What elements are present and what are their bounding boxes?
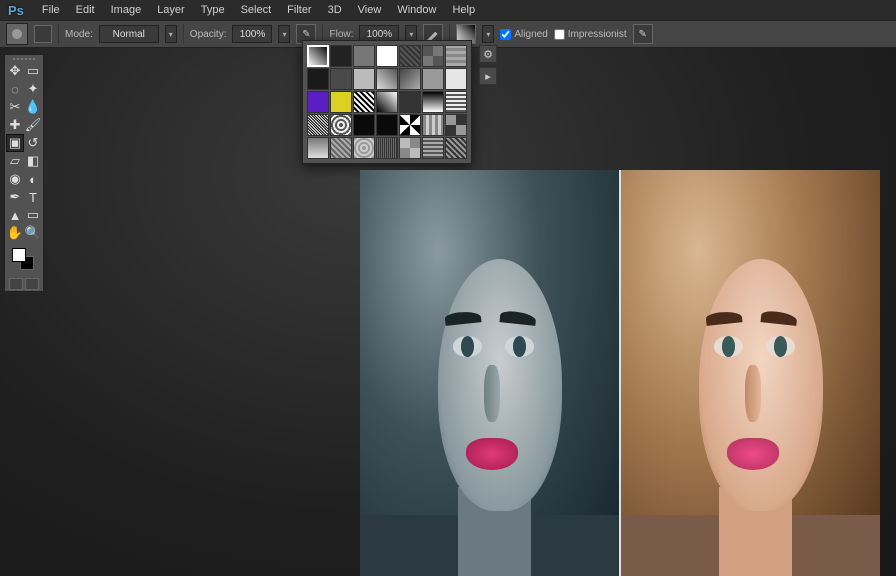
tool-history-brush[interactable]: ↺ [24,134,42,152]
image-right-warm-tone [621,170,880,576]
tool-dodge[interactable]: ◐ [24,170,42,188]
menu-edit[interactable]: Edit [68,2,103,18]
pattern-swatch[interactable] [422,137,444,159]
pattern-swatch[interactable] [353,91,375,113]
pattern-swatch[interactable] [307,45,329,67]
brush-preset-picker[interactable] [6,23,28,45]
pattern-picker-chevron-icon[interactable]: ▾ [482,25,494,43]
color-swatches[interactable] [6,248,42,274]
tool-rect-marquee[interactable]: ▭ [24,62,42,80]
menu-bar: Ps File Edit Image Layer Type Select Fil… [0,0,896,20]
tool-type[interactable]: T [24,188,42,206]
document-canvas[interactable] [360,170,880,576]
pattern-swatch[interactable] [353,68,375,90]
tool-lasso[interactable]: ◌ [6,80,24,98]
pattern-swatch[interactable] [330,45,352,67]
pattern-swatch[interactable] [422,114,444,136]
foreground-color-swatch[interactable] [12,248,26,262]
menu-file[interactable]: File [34,2,68,18]
pattern-swatch[interactable] [422,45,444,67]
pattern-swatch[interactable] [399,137,421,159]
menu-3d[interactable]: 3D [320,2,350,18]
pattern-swatch[interactable] [376,68,398,90]
app-logo: Ps [4,3,28,18]
pattern-swatch[interactable] [445,137,467,159]
separator [183,24,184,44]
pattern-swatch[interactable] [399,91,421,113]
pattern-swatch[interactable] [376,45,398,67]
tool-gradient[interactable]: ◧ [24,152,42,170]
tool-crop[interactable]: ✂ [6,98,24,116]
separator [58,24,59,44]
pattern-swatch[interactable] [445,68,467,90]
pattern-swatch[interactable] [399,45,421,67]
pattern-swatch[interactable] [376,114,398,136]
pattern-swatch[interactable] [399,68,421,90]
quick-mask-toggle[interactable] [6,278,42,290]
pattern-swatch[interactable] [330,114,352,136]
pattern-swatch[interactable] [330,68,352,90]
pattern-swatch[interactable] [330,137,352,159]
aligned-checkbox-input[interactable] [500,29,511,40]
pattern-swatch[interactable] [376,91,398,113]
pattern-swatch[interactable] [422,91,444,113]
pattern-swatch[interactable] [422,68,444,90]
pattern-swatch[interactable] [399,114,421,136]
aligned-checkbox[interactable]: Aligned [500,29,547,40]
tool-magic-wand[interactable]: ✦ [24,80,42,98]
toolbox: ✥▭◌✦✂💧✚🖌▣↺▱◧◉◐✒T▲▭✋🔍 [4,54,44,292]
menu-view[interactable]: View [350,2,390,18]
menu-select[interactable]: Select [233,2,280,18]
size-tablet-pressure-icon[interactable]: ✎ [633,24,653,44]
blend-mode-chevron-icon[interactable]: ▾ [165,25,177,43]
menu-filter[interactable]: Filter [279,2,319,18]
mode-label: Mode: [65,29,93,40]
pattern-swatch[interactable] [353,114,375,136]
pattern-swatch[interactable] [307,114,329,136]
toggle-brush-panel-icon[interactable] [34,25,52,43]
pattern-swatch[interactable] [353,45,375,67]
tool-path-select[interactable]: ▲ [6,206,24,224]
pattern-swatch[interactable] [307,137,329,159]
menu-layer[interactable]: Layer [149,2,193,18]
pattern-swatch[interactable] [445,45,467,67]
pattern-swatch[interactable] [353,137,375,159]
pattern-swatch[interactable] [376,137,398,159]
menu-window[interactable]: Window [389,2,444,18]
pattern-settings-icon[interactable]: ⚙ [479,45,497,63]
tool-brush[interactable]: 🖌 [24,116,42,134]
opacity-chevron-icon[interactable]: ▾ [278,25,290,43]
tool-eyedropper[interactable]: 💧 [24,98,42,116]
impressionist-checkbox[interactable]: Impressionist [554,29,627,40]
pattern-swatch[interactable] [330,91,352,113]
opacity-input[interactable]: 100% [232,25,272,43]
opacity-label: Opacity: [190,29,227,40]
pattern-grid [303,41,471,163]
tool-eraser[interactable]: ▱ [6,152,24,170]
tool-hand[interactable]: ✋ [6,224,24,242]
pattern-swatch[interactable] [445,91,467,113]
tool-rectangle[interactable]: ▭ [24,206,42,224]
pattern-flyout-icon[interactable]: ▸ [479,67,497,85]
menu-help[interactable]: Help [444,2,483,18]
tool-clone-stamp[interactable]: ▣ [6,134,24,152]
aligned-label: Aligned [514,29,547,40]
pattern-picker-popup: ⚙ ▸ [302,40,472,164]
pattern-swatch[interactable] [307,91,329,113]
pattern-swatch[interactable] [307,68,329,90]
tool-spot-heal[interactable]: ✚ [6,116,24,134]
tool-pen[interactable]: ✒ [6,188,24,206]
impressionist-label: Impressionist [568,29,627,40]
menu-type[interactable]: Type [193,2,233,18]
menu-image[interactable]: Image [103,2,150,18]
tool-zoom[interactable]: 🔍 [24,224,42,242]
pattern-swatch[interactable] [445,114,467,136]
blend-mode-select[interactable]: Normal [99,25,159,43]
image-left-cool-tone [360,170,619,576]
tool-move[interactable]: ✥ [6,62,24,80]
impressionist-checkbox-input[interactable] [554,29,565,40]
flow-label: Flow: [329,29,353,40]
tool-blur[interactable]: ◉ [6,170,24,188]
